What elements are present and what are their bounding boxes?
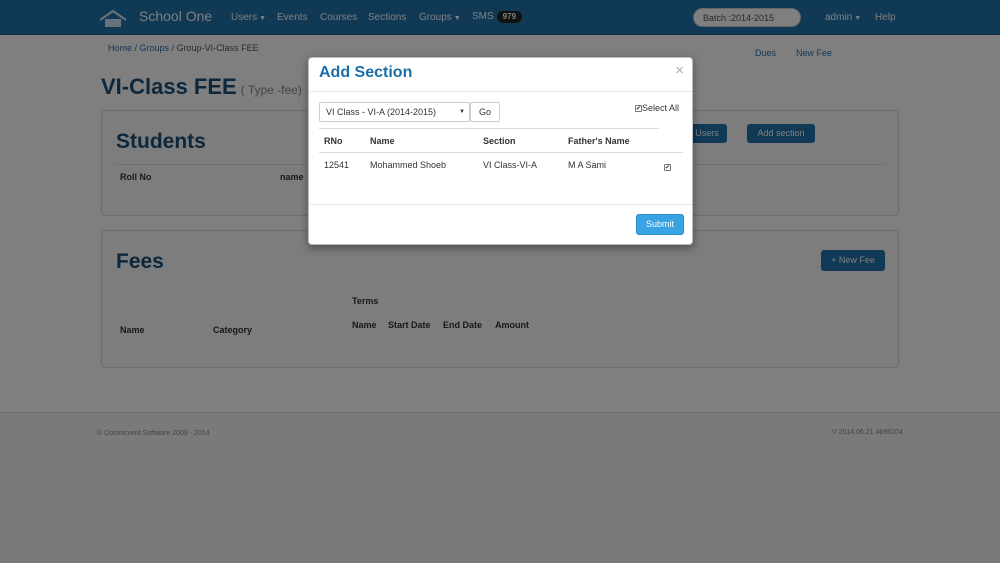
submit-button[interactable]: Submit <box>636 214 684 235</box>
cell-rno: 12541 <box>324 160 350 170</box>
close-icon[interactable]: × <box>675 62 684 79</box>
cell-student-name: Mohammed Shoeb <box>370 160 447 170</box>
select-all-checkbox[interactable]: ✔ <box>635 105 642 113</box>
col-section: Section <box>483 136 516 146</box>
section-select[interactable]: VI Class - VI-A (2014-2015) ▼ <box>319 102 470 122</box>
add-section-modal: Add Section × VI Class - VI-A (2014-2015… <box>308 57 693 245</box>
table-header-border <box>319 152 683 153</box>
cell-fathers-name: M A Sami <box>568 160 607 170</box>
go-button[interactable]: Go <box>470 102 500 122</box>
divider <box>309 204 692 205</box>
modal-title: Add Section <box>319 64 413 81</box>
table-top-border <box>319 128 659 129</box>
cell-section: VI Class-VI-A <box>483 160 538 170</box>
col-rno: RNo <box>324 136 343 146</box>
col-student-name: Name <box>370 136 395 146</box>
select-all[interactable]: ✔Select All <box>635 103 679 113</box>
select-arrow-icon: ▼ <box>459 109 465 115</box>
row-select-checkbox[interactable]: ✔ <box>664 164 671 171</box>
col-fathers-name: Father's Name <box>568 136 630 146</box>
divider <box>309 91 692 92</box>
